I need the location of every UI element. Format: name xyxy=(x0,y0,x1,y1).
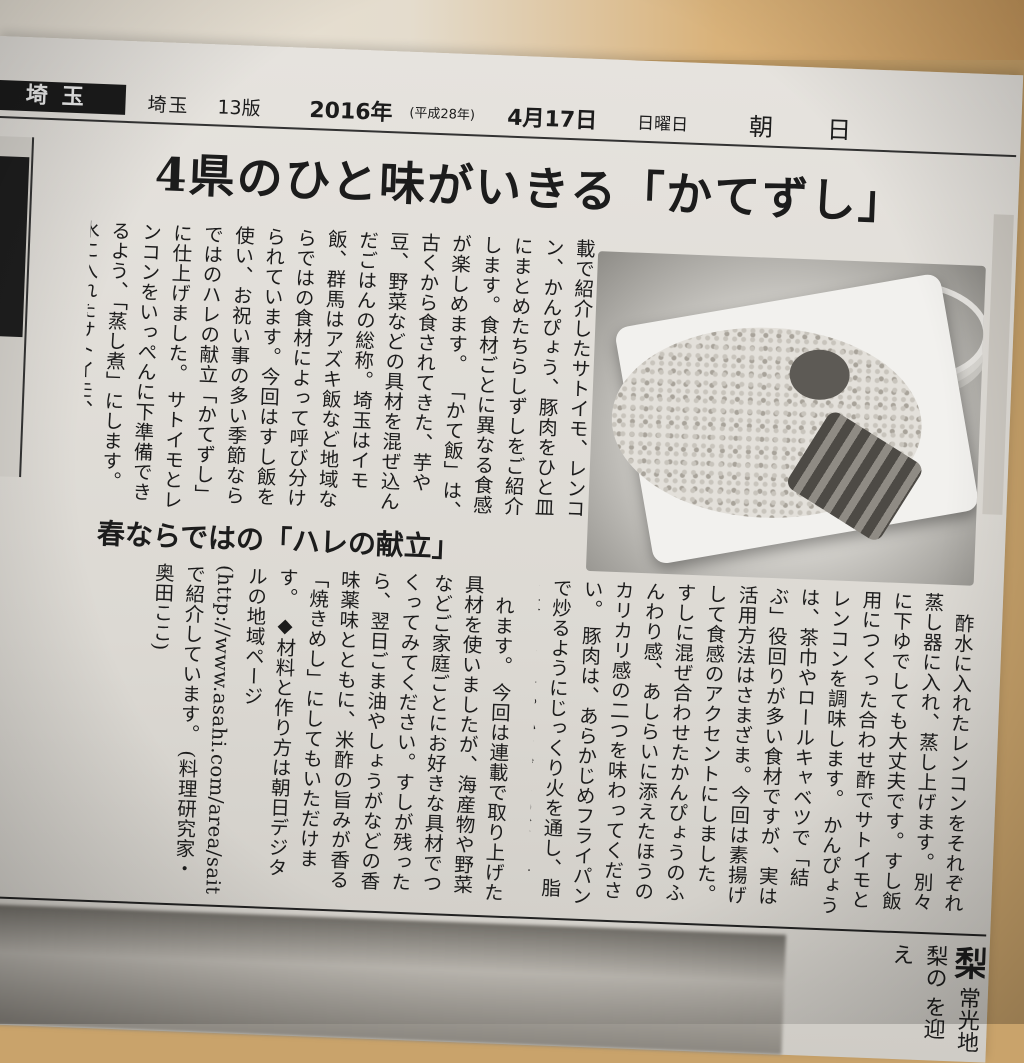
date-month-day: 4月17日 xyxy=(506,105,598,134)
orchard-photo xyxy=(0,903,787,1055)
masthead: 埼玉 埼玉 13版 2016年 (平成28年) 4月17日 日曜日 朝日 xyxy=(0,75,1018,158)
article-text-lower-right: 酢水に入れたレンコンをそれぞれ蒸し器に入れ、蒸し上げます。別々に下ゆでしても大丈… xyxy=(526,577,975,916)
newspaper-page: 埼玉 埼玉 13版 2016年 (平成28年) 4月17日 日曜日 朝日 4県の… xyxy=(0,36,1024,1063)
article-column-lower-right: 酢水に入れたレンコンをそれぞれ蒸し器に入れ、蒸し上げます。別々に下ゆでしても大丈… xyxy=(527,577,979,924)
next-article: 梨 常光地 梨の を迎え xyxy=(791,939,986,1062)
article-text-upper: 自然の恵み豊かな北関東。連載で紹介したサトイモ、レンコン、かんぴょう、豚肉をひと… xyxy=(79,219,626,521)
food-photo xyxy=(585,251,986,586)
adjacent-headline-block xyxy=(0,155,30,338)
next-article-title: 梨 xyxy=(947,945,986,981)
adjacent-article-edge xyxy=(0,135,35,478)
edition-number: 13版 xyxy=(216,96,261,121)
prefecture-tag: 埼玉 xyxy=(0,79,127,115)
article-headline: 4県のひと味がいきる「かてずし」 xyxy=(153,147,908,230)
date-era: (平成28年) xyxy=(409,105,476,124)
date-year: 2016年 xyxy=(308,97,394,127)
weekday: 日曜日 xyxy=(636,113,689,136)
edition-area: 埼玉 xyxy=(147,93,190,118)
newspaper-name: 朝日 xyxy=(748,112,906,147)
article-column-lower-left: れます。 今回は連載で取り上げた具材を使いましたが、海産物や野菜などご家庭ごとに… xyxy=(0,556,520,906)
article-column-upper: 自然の恵み豊かな北関東。連載で紹介したサトイモ、レンコン、かんぴょう、豚肉をひと… xyxy=(80,220,631,531)
article-text-lower-left: れます。 今回は連載で取り上げた具材を使いましたが、海産物や野菜などご家庭ごとに… xyxy=(148,562,515,907)
adjacent-photo-edge xyxy=(982,214,1014,515)
